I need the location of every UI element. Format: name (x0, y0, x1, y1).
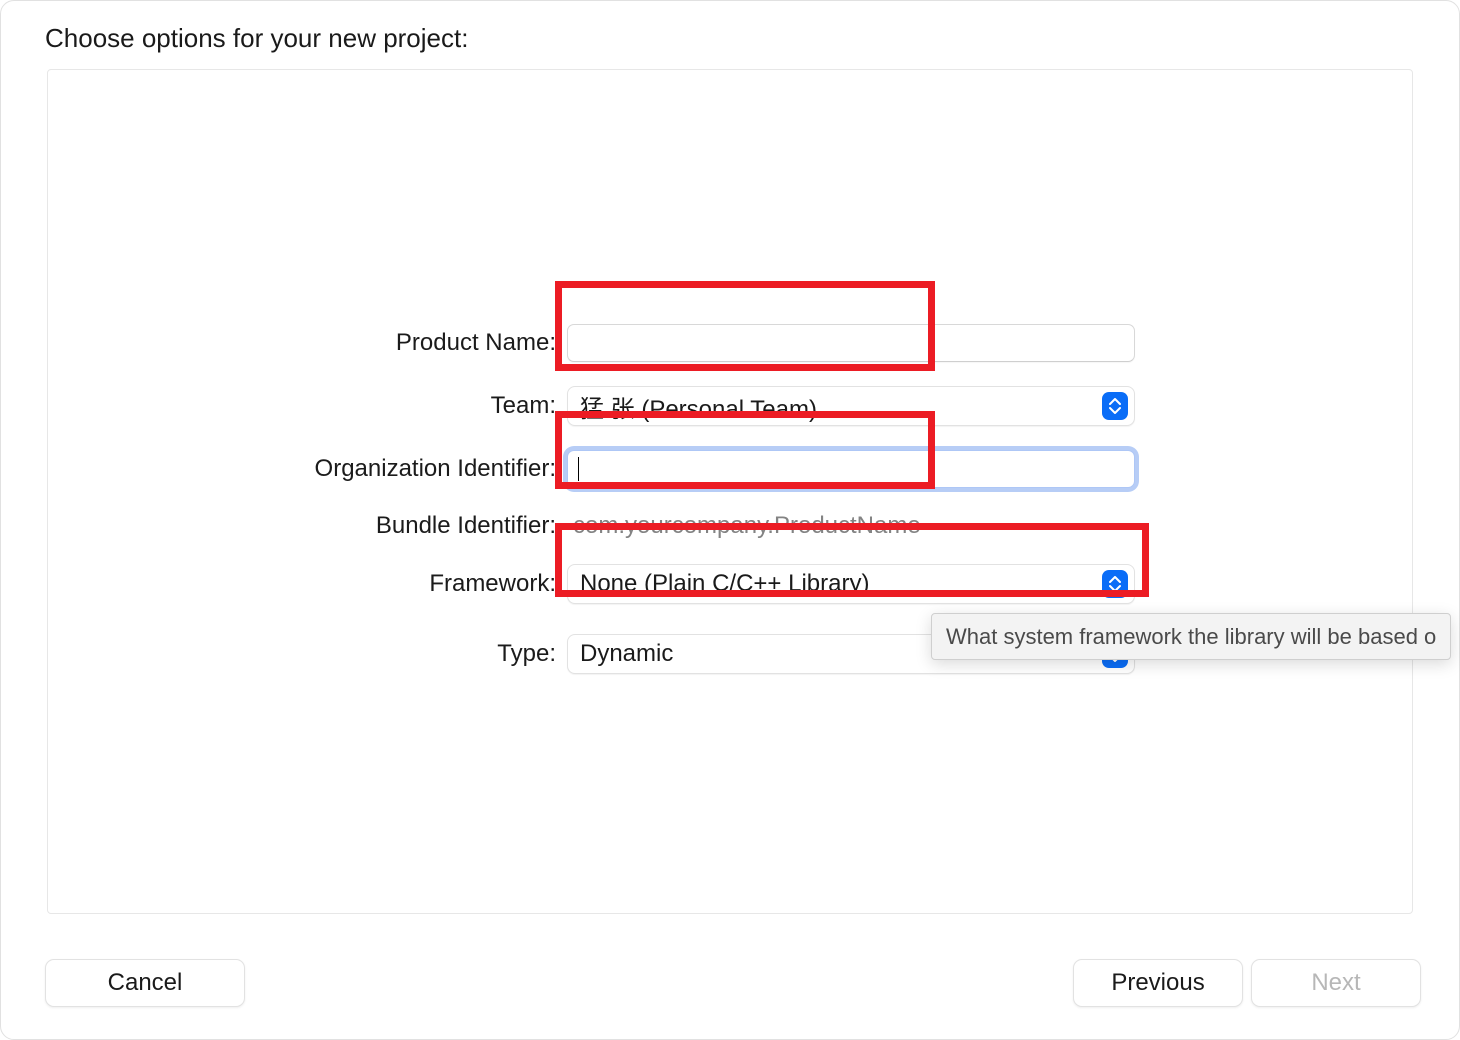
text-caret-icon (578, 457, 579, 481)
updown-chevron-icon (1102, 392, 1128, 420)
framework-popup[interactable]: None (Plain C/C++ Library) (567, 564, 1135, 604)
previous-button-label: Previous (1111, 969, 1204, 997)
label-framework: Framework: (1, 570, 556, 598)
row-org-id: Organization Identifier: (1, 442, 1459, 496)
label-bundle-id: Bundle Identifier: (1, 512, 556, 540)
row-bundle-id: Bundle Identifier: com.yourcompany.Produ… (1, 499, 1459, 553)
row-product-name: Product Name: (1, 316, 1459, 370)
label-type: Type: (1, 640, 556, 668)
type-value: Dynamic (580, 640, 673, 668)
team-popup[interactable]: 猛 张 (Personal Team) (567, 386, 1135, 426)
next-button[interactable]: Next (1251, 959, 1421, 1007)
updown-chevron-icon (1102, 570, 1128, 598)
previous-button[interactable]: Previous (1073, 959, 1243, 1007)
framework-value: None (Plain C/C++ Library) (580, 570, 869, 598)
label-org-id: Organization Identifier: (1, 455, 556, 483)
cancel-button-label: Cancel (108, 969, 183, 997)
framework-tooltip: What system framework the library will b… (931, 613, 1451, 660)
label-product-name: Product Name: (1, 329, 556, 357)
bundle-id-value: com.yourcompany.ProductName (567, 512, 1135, 540)
new-project-options-sheet: Choose options for your new project: Pro… (0, 0, 1460, 1040)
row-framework: Framework: None (Plain C/C++ Library) (1, 557, 1459, 611)
page-title: Choose options for your new project: (45, 23, 468, 54)
row-team: Team: 猛 张 (Personal Team) (1, 379, 1459, 433)
team-value: 猛 张 (Personal Team) (580, 389, 817, 424)
label-team: Team: (1, 392, 556, 420)
product-name-field[interactable] (567, 324, 1135, 362)
organization-identifier-field[interactable] (567, 450, 1135, 488)
cancel-button[interactable]: Cancel (45, 959, 245, 1007)
next-button-label: Next (1311, 969, 1360, 997)
